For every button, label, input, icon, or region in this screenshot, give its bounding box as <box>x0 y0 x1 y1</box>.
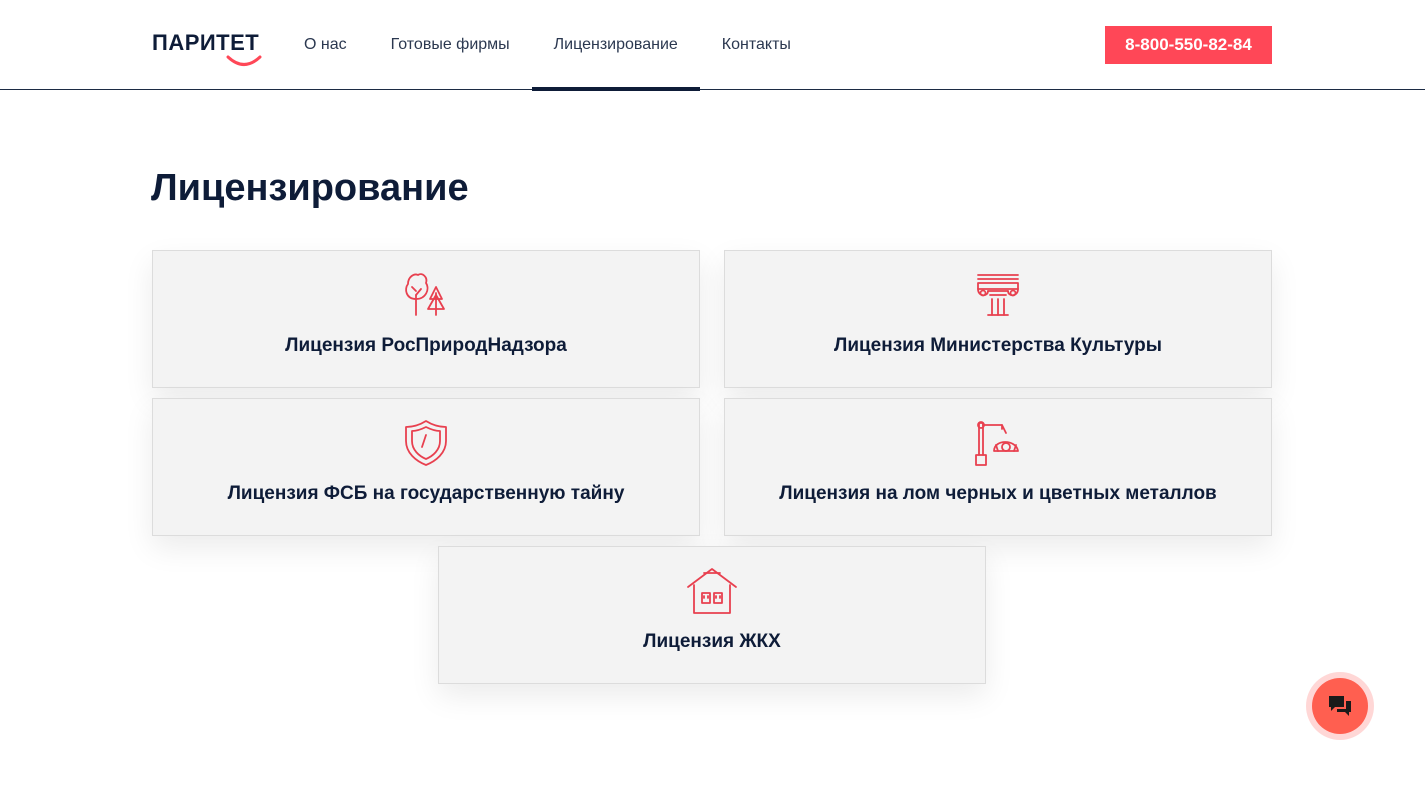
card-ministry-culture[interactable]: Лицензия Министерства Культуры <box>724 250 1272 388</box>
card-zhkh[interactable]: Лицензия ЖКХ <box>438 546 986 684</box>
logo-smile-icon <box>226 55 262 66</box>
trees-icon <box>405 273 445 316</box>
card-label: Лицензия ЖКХ <box>643 631 781 652</box>
nav-item-about[interactable]: О нас <box>282 0 369 90</box>
main-nav: О нас Готовые фирмы Лицензирование Конта… <box>282 0 813 91</box>
page-title: Лицензирование <box>151 167 469 209</box>
site-header: ПАРИТЕТ О нас Готовые фирмы Лицензирован… <box>0 0 1425 91</box>
card-label: Лицензия РосПриродНадзора <box>285 335 567 356</box>
logo-text: ПАРИТЕТ <box>152 30 260 55</box>
chat-button[interactable] <box>1306 672 1374 740</box>
nav-item-licensing[interactable]: Лицензирование <box>531 0 700 91</box>
phone-button[interactable]: 8-800-550-82-84 <box>1105 26 1272 64</box>
card-label: Лицензия на лом черных и цветных металло… <box>779 483 1217 504</box>
card-scrap-metal[interactable]: Лицензия на лом черных и цветных металло… <box>724 398 1272 536</box>
nav-item-contacts[interactable]: Контакты <box>700 0 813 90</box>
nav-item-ready-firms[interactable]: Готовые фирмы <box>369 0 532 90</box>
scrap-crane-icon <box>975 421 1019 466</box>
chat-bubbles-icon <box>1329 696 1351 716</box>
card-fsb[interactable]: Лицензия ФСБ на государственную тайну <box>152 398 700 536</box>
card-label: Лицензия Министерства Культуры <box>833 335 1162 356</box>
card-label: Лицензия ФСБ на государственную тайну <box>227 483 625 504</box>
house-icon <box>687 568 737 614</box>
chat-button-inner <box>1312 678 1368 734</box>
logo[interactable]: ПАРИТЕТ <box>152 30 264 70</box>
column-capital-icon <box>977 274 1019 316</box>
card-rosprirodnadzor[interactable]: Лицензия РосПриродНадзора <box>152 250 700 388</box>
shield-icon <box>405 420 447 466</box>
